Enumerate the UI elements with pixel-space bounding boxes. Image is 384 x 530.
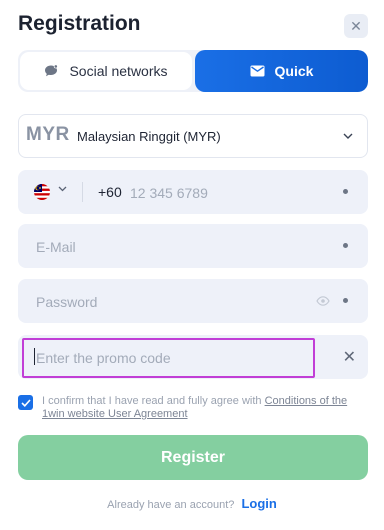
modal-title: Registration <box>18 12 141 35</box>
email-input[interactable] <box>34 235 318 259</box>
envelope-icon <box>250 65 265 77</box>
text-cursor <box>34 348 35 365</box>
registration-tabs: Social networks Quick <box>18 50 368 92</box>
close-icon: ✕ <box>350 17 362 34</box>
promo-code-input[interactable] <box>34 346 298 370</box>
currency-select[interactable]: MYR Malaysian Ringgit (MYR) <box>18 114 368 158</box>
register-button[interactable]: Register <box>18 435 368 480</box>
email-field <box>18 224 368 268</box>
close-button[interactable]: ✕ <box>344 14 368 38</box>
tab-quick-label: Quick <box>274 63 314 79</box>
required-dot-icon <box>343 189 348 194</box>
agreement-text: I confirm that I have read and fully agr… <box>42 395 362 421</box>
tab-social-networks-label: Social networks <box>69 63 168 79</box>
phone-input[interactable] <box>128 181 332 205</box>
tab-social-networks[interactable]: Social networks <box>20 52 192 90</box>
chevron-down-icon <box>343 128 353 142</box>
currency-name: Malaysian Ringgit (MYR) <box>77 129 221 144</box>
agreement-checkbox[interactable] <box>18 395 33 410</box>
eye-icon[interactable] <box>316 294 330 312</box>
checkmark-icon <box>20 394 31 412</box>
currency-code: MYR <box>26 124 70 145</box>
phone-field: +60 <box>18 170 368 214</box>
chat-bubble-icon <box>44 64 59 78</box>
password-input[interactable] <box>34 290 318 314</box>
registration-modal: Registration ✕ Social networks Quick MYR… <box>0 0 384 530</box>
agreement-statement: I confirm that I have read and fully agr… <box>42 395 262 407</box>
phone-divider <box>82 182 83 202</box>
required-dot-icon <box>343 298 348 303</box>
login-link[interactable]: Login <box>241 496 276 511</box>
clear-icon[interactable]: ✕ <box>343 347 356 367</box>
password-field <box>18 279 368 323</box>
dial-code: +60 <box>98 184 122 200</box>
country-chevron-down-icon[interactable] <box>58 183 67 195</box>
login-prompt: Already have an account? Login <box>0 496 384 511</box>
malaysia-flag-icon[interactable] <box>34 184 50 200</box>
tab-quick[interactable]: Quick <box>195 50 368 92</box>
promo-code-field: ✕ <box>18 335 368 379</box>
required-dot-icon <box>343 243 348 248</box>
login-prompt-text: Already have an account? <box>107 499 235 511</box>
